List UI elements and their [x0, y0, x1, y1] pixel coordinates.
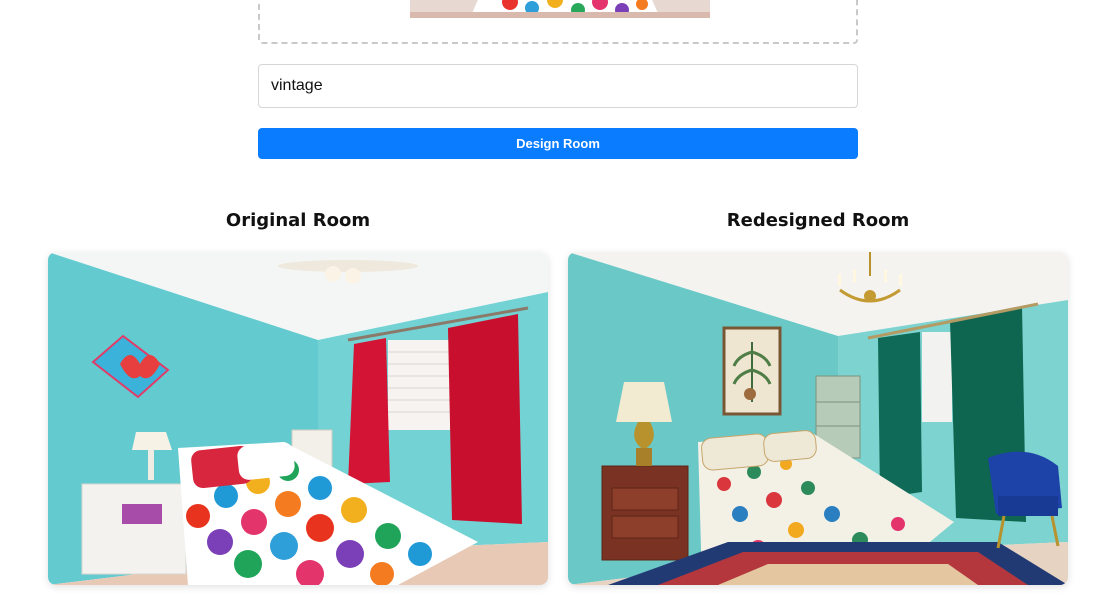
image-upload-dropzone[interactable]: [258, 0, 858, 44]
original-room-title: Original Room: [225, 210, 371, 231]
uploaded-image-preview: [410, 0, 710, 18]
design-room-button[interactable]: Design Room: [258, 128, 858, 159]
redesigned-room-image: [568, 252, 1068, 585]
redesigned-room-title: Redesigned Room: [726, 210, 910, 231]
style-input[interactable]: [258, 64, 858, 108]
original-room-image: [48, 252, 548, 585]
